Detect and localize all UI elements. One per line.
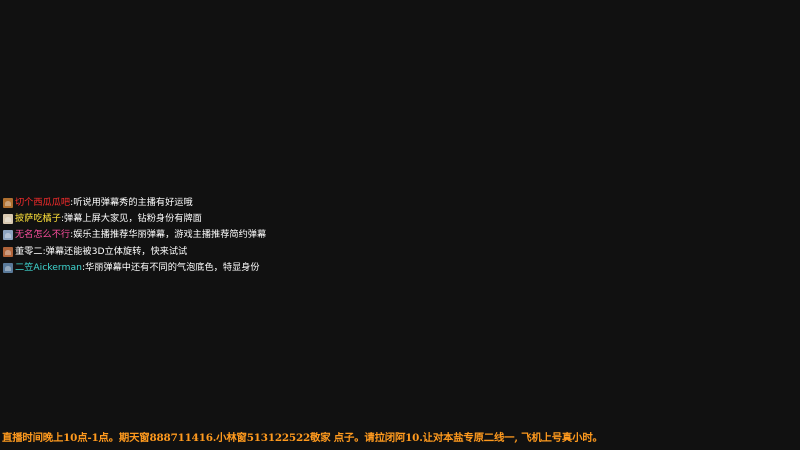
user-avatar bbox=[3, 230, 13, 241]
scrolling-ticker-text: 直播时间晚上10点-1点。期天窗888711416.小林窗513122522敬家… bbox=[2, 432, 603, 444]
chat-text: 娱乐主播推荐华丽弹幕，游戏主播推荐简约弹幕 bbox=[73, 229, 267, 241]
chat-message: 无名怎么不行 : 娱乐主播推荐华丽弹幕，游戏主播推荐简约弹幕 bbox=[3, 227, 303, 243]
chat-username: 二笠Aickerman bbox=[15, 261, 82, 273]
user-avatar bbox=[3, 214, 13, 225]
user-avatar bbox=[3, 246, 13, 257]
chat-text: 弹幕上屏大家见，钻粉身份有牌面 bbox=[64, 213, 202, 225]
user-avatar bbox=[3, 262, 13, 273]
chat-message: 切个西瓜瓜吧 : 听说用弹幕秀的主播有好运哦 bbox=[3, 195, 303, 211]
chat-message: 披萨吃橘子 : 弹幕上屏大家见，钻粉身份有牌面 bbox=[3, 211, 303, 227]
chat-text: 华丽弹幕中还有不同的气泡底色，特显身份 bbox=[85, 261, 260, 273]
chat-text: 听说用弹幕秀的主播有好运哦 bbox=[73, 197, 193, 208]
chat-username: 无名怎么不行 bbox=[15, 229, 71, 241]
chat-username: 披萨吃橘子 bbox=[15, 213, 61, 225]
chat-text: 弹幕还能被3D立体旋转，快来试试 bbox=[45, 245, 188, 257]
chat-username: 切个西瓜瓜吧 bbox=[15, 197, 71, 208]
video-stage: 切个西瓜瓜吧 : 听说用弹幕秀的主播有好运哦 披萨吃橘子 : 弹幕上屏大家见，钻… bbox=[0, 0, 800, 450]
user-avatar bbox=[3, 198, 13, 208]
chat-message: 董零二 : 弹幕还能被3D立体旋转，快来试试 bbox=[3, 244, 303, 260]
danmaku-chat-list: 切个西瓜瓜吧 : 听说用弹幕秀的主播有好运哦 披萨吃橘子 : 弹幕上屏大家见，钻… bbox=[3, 195, 303, 276]
chat-username: 董零二 bbox=[15, 245, 43, 257]
chat-message: 二笠Aickerman : 华丽弹幕中还有不同的气泡底色，特显身份 bbox=[3, 260, 303, 276]
